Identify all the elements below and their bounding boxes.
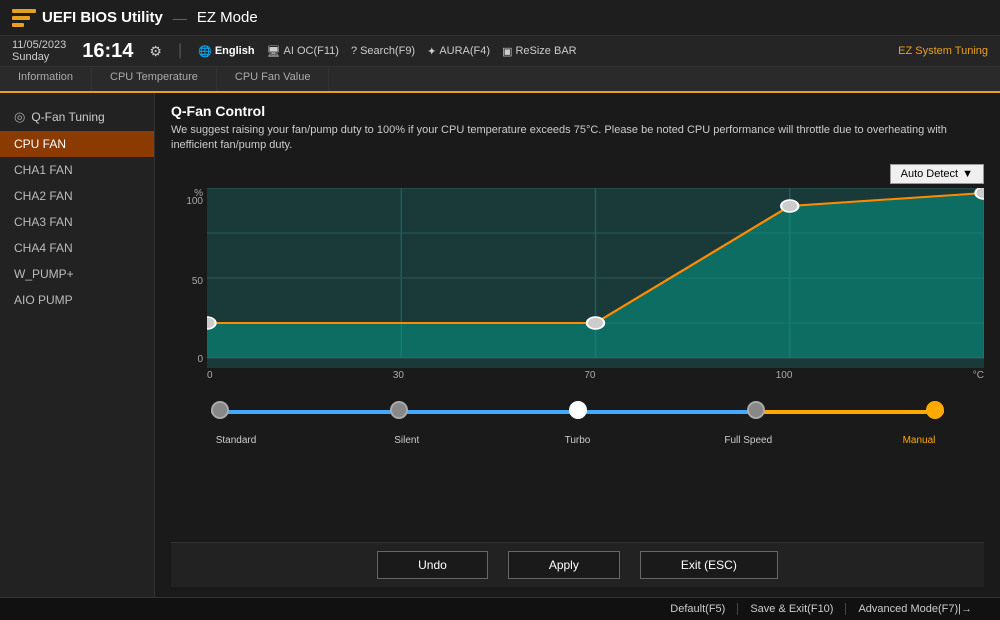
header-title: UEFI BIOS Utility <box>42 9 163 26</box>
preset-silent-dot[interactable] <box>390 401 408 419</box>
fan-icon: ◎ <box>14 109 25 125</box>
chart-header: Auto Detect ▼ <box>171 164 984 184</box>
dropdown-arrow: ▼ <box>962 168 973 180</box>
x-label-30: 30 <box>393 370 404 381</box>
sidebar-item-cpu-fan[interactable]: CPU FAN <box>0 131 154 157</box>
header-mode: EZ Mode <box>197 9 258 26</box>
exit-button[interactable]: Exit (ESC) <box>640 551 778 579</box>
action-buttons: Undo Apply Exit (ESC) <box>171 542 984 587</box>
day-display: Sunday <box>12 51 66 63</box>
subheader-bar: 11/05/2023 Sunday 16:14 ⚙ | 🌐 English 🖥 … <box>0 36 1000 67</box>
sidebar-item-cha2-fan[interactable]: CHA2 FAN <box>0 183 154 209</box>
preset-fullspeed-label: Full Speed <box>723 435 773 446</box>
tab-navigation: Information CPU Temperature CPU Fan Valu… <box>0 67 1000 93</box>
x-axis: 0 30 70 100 °C <box>207 368 984 383</box>
search-button[interactable]: ? Search(F9) <box>351 45 415 57</box>
qfan-section-title: ◎ Q-Fan Tuning <box>0 103 154 131</box>
presets-track-container <box>191 401 964 431</box>
asus-logo: UEFI BIOS Utility — EZ Mode <box>12 9 258 27</box>
gear-icon[interactable]: ⚙ <box>149 43 162 60</box>
chart-wrapper: % 100 50 0 <box>171 188 984 383</box>
right-panel: Q-Fan Control We suggest raising your fa… <box>155 93 1000 597</box>
sidebar-item-cha4-fan[interactable]: CHA4 FAN <box>0 235 154 261</box>
apply-button[interactable]: Apply <box>508 551 620 579</box>
preset-silent-label: Silent <box>382 435 432 446</box>
sidebar-item-cha3-fan[interactable]: CHA3 FAN <box>0 209 154 235</box>
preset-turbo-dot[interactable] <box>569 401 587 419</box>
ez-system-tuning-link[interactable]: EZ System Tuning <box>898 45 988 57</box>
aura-icon: ✦ <box>427 45 436 58</box>
undo-button[interactable]: Undo <box>377 551 488 579</box>
preset-dots-row <box>211 401 944 419</box>
aioc-label: AI OC(F11) <box>284 45 339 57</box>
main-content: ◎ Q-Fan Tuning CPU FAN CHA1 FAN CHA2 FAN… <box>0 93 1000 597</box>
auto-detect-label: Auto Detect <box>901 168 958 180</box>
time-display: 16:14 <box>82 40 133 63</box>
aura-button[interactable]: ✦ AURA(F4) <box>427 45 490 58</box>
presets-slider[interactable]: Standard Silent Turbo Full Speed Manual <box>171 401 984 446</box>
preset-manual-dot[interactable] <box>926 401 944 419</box>
resizebar-label: ReSize BAR <box>515 45 576 57</box>
x-unit: °C <box>973 370 984 381</box>
chart-svg <box>207 188 984 368</box>
date-display: 11/05/2023 <box>12 39 66 51</box>
chart-container: Auto Detect ▼ % 100 50 0 <box>171 164 984 542</box>
ai-oc-button[interactable]: 🖥 AI OC(F11) <box>267 45 339 58</box>
tab-cpu-fan-value[interactable]: CPU Fan Value <box>217 67 330 91</box>
y-axis: % 100 50 0 <box>171 188 207 383</box>
preset-fullspeed-dot[interactable] <box>747 401 765 419</box>
sidebar-item-aio-pump[interactable]: AIO PUMP <box>0 287 154 313</box>
globe-icon: 🌐 <box>198 45 212 58</box>
footer-bar: Default(F5) Save & Exit(F10) Advanced Mo… <box>0 597 1000 620</box>
language-label: English <box>215 45 255 57</box>
footer-advanced-mode[interactable]: Advanced Mode(F7)|→ <box>846 603 984 615</box>
nav-items: 🌐 English 🖥 AI OC(F11) ? Search(F9) ✦ AU… <box>198 45 576 58</box>
y-label-100: 100 <box>186 196 203 207</box>
preset-labels-row: Standard Silent Turbo Full Speed Manual <box>211 435 944 446</box>
y-label-50: 50 <box>192 276 203 287</box>
header-separator: — <box>173 10 187 26</box>
fan-sidebar: ◎ Q-Fan Tuning CPU FAN CHA1 FAN CHA2 FAN… <box>0 93 155 597</box>
resize-bar-button[interactable]: ▣ ReSize BAR <box>502 45 577 58</box>
fan-curve-chart[interactable]: 0 30 70 100 °C <box>207 188 984 383</box>
preset-standard-dot[interactable] <box>211 401 229 419</box>
footer-save-exit[interactable]: Save & Exit(F10) <box>738 603 846 615</box>
footer-default[interactable]: Default(F5) <box>658 603 738 615</box>
x-label-0: 0 <box>207 370 213 381</box>
logo-icon <box>12 9 36 27</box>
aioc-icon: 🖥 <box>267 45 281 58</box>
preset-turbo-label: Turbo <box>553 435 603 446</box>
preset-manual-label: Manual <box>894 435 944 446</box>
datetime-display: 11/05/2023 Sunday <box>12 39 66 63</box>
x-label-100: 100 <box>776 370 793 381</box>
x-label-70: 70 <box>584 370 595 381</box>
search-label: Search(F9) <box>360 45 415 57</box>
y-label-0: 0 <box>197 354 203 365</box>
tab-cpu-temperature[interactable]: CPU Temperature <box>92 67 217 91</box>
tab-information[interactable]: Information <box>0 67 92 91</box>
aura-label: AURA(F4) <box>439 45 490 57</box>
resizebar-icon: ▣ <box>502 45 512 58</box>
panel-title: Q-Fan Control <box>171 103 984 119</box>
sidebar-item-cha1-fan[interactable]: CHA1 FAN <box>0 157 154 183</box>
auto-detect-button[interactable]: Auto Detect ▼ <box>890 164 984 184</box>
language-selector[interactable]: 🌐 English <box>198 45 254 58</box>
search-icon: ? <box>351 45 357 57</box>
panel-description: We suggest raising your fan/pump duty to… <box>171 123 984 154</box>
sidebar-item-wpump[interactable]: W_PUMP+ <box>0 261 154 287</box>
qfan-label: Q-Fan Tuning <box>31 110 104 124</box>
preset-standard-label: Standard <box>211 435 261 446</box>
header-bar: UEFI BIOS Utility — EZ Mode <box>0 0 1000 36</box>
